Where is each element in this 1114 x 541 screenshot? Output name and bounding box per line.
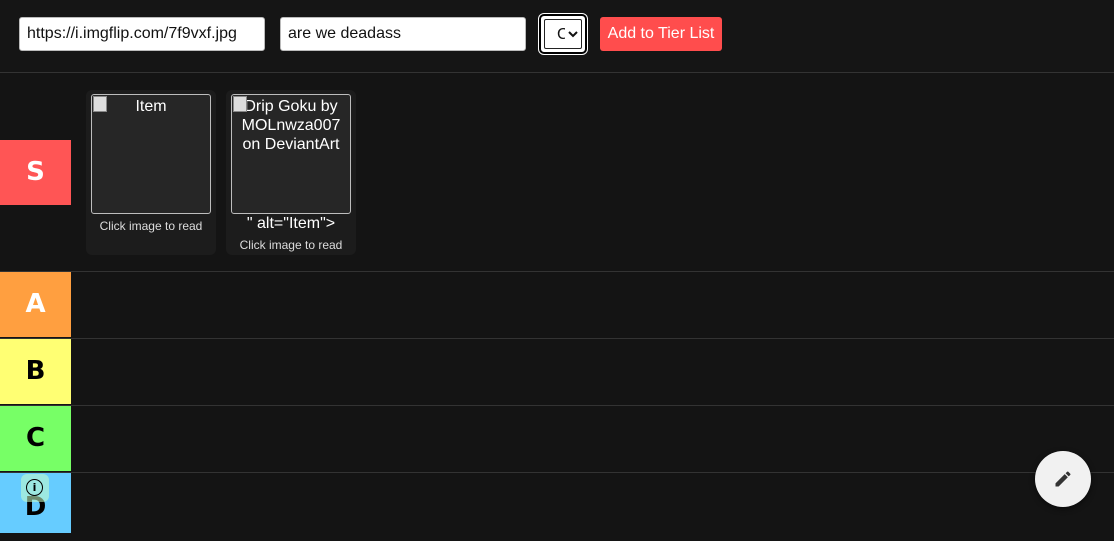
tier-item-image[interactable]: Drip Goku by MOLnwza007 on DeviantArt xyxy=(231,94,351,214)
image-alt-text: Item xyxy=(135,98,167,115)
click-to-read-hint: Click image to read xyxy=(99,219,203,233)
tier-label-b: B xyxy=(0,339,71,404)
image-url-input[interactable] xyxy=(19,17,265,51)
tier-row-d: D xyxy=(0,473,1114,533)
info-icon: i xyxy=(26,479,43,496)
tier-row-a: A xyxy=(0,272,1114,339)
image-alt-text: Drip Goku by MOLnwza007 on DeviantArt xyxy=(241,98,341,153)
tier-item-card[interactable]: Item Click image to read xyxy=(86,90,216,255)
tier-select[interactable]: SABCD xyxy=(544,19,582,49)
click-to-read-hint: Click image to read xyxy=(239,238,343,252)
tier-row-c: C xyxy=(0,406,1114,473)
info-button[interactable]: i xyxy=(21,474,49,502)
tier-item-image[interactable]: Item xyxy=(91,94,211,214)
tier-label-s: S xyxy=(0,140,71,205)
broken-image-icon xyxy=(233,96,247,112)
broken-image-icon xyxy=(93,96,107,112)
tier-label-a: A xyxy=(0,272,71,337)
pencil-icon xyxy=(1055,471,1071,487)
item-text-input[interactable] xyxy=(280,17,526,51)
edit-button[interactable] xyxy=(1035,451,1091,507)
tier-item-card[interactable]: Drip Goku by MOLnwza007 on DeviantArt " … xyxy=(226,90,356,255)
tier-select-wrapper: SABCD xyxy=(539,14,587,54)
stray-markup-text: " alt="Item"> xyxy=(246,215,336,232)
tier-row-s: S Item Click image to read Drip Goku by … xyxy=(0,73,1114,272)
tier-row-b: B xyxy=(0,339,1114,406)
tier-label-c: C xyxy=(0,406,71,471)
add-to-tier-list-button[interactable]: Add to Tier List xyxy=(600,17,722,51)
toolbar: SABCD Add to Tier List xyxy=(0,0,1114,73)
